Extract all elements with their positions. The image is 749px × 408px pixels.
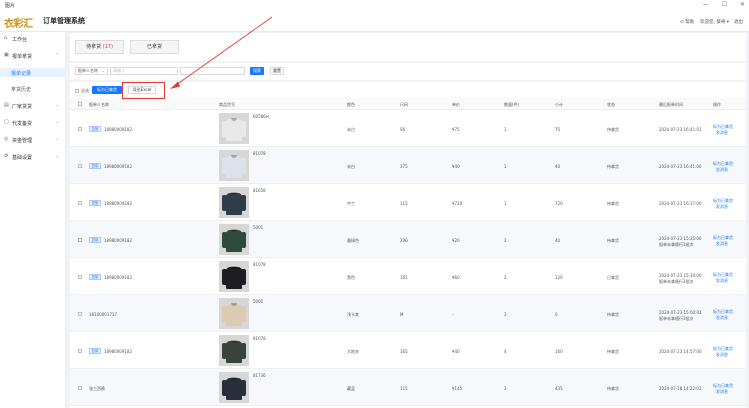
annotation-arrow-icon <box>170 16 273 89</box>
